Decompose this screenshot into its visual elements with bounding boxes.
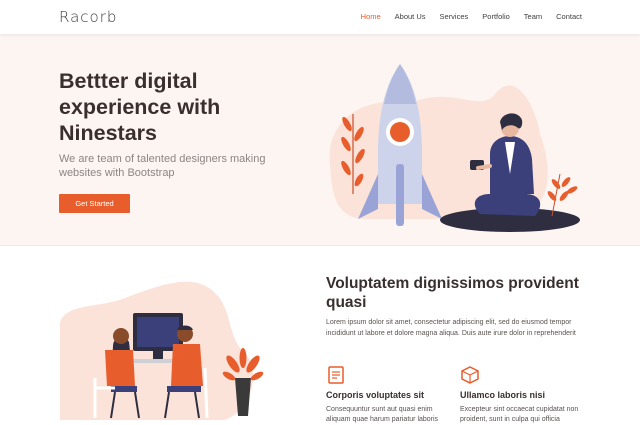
nav-contact[interactable]: Contact (556, 12, 582, 21)
hero-section: Bettter digital experience with Ninestar… (0, 34, 640, 246)
nav-services[interactable]: Services (440, 12, 469, 21)
main-nav: Home About Us Services Portfolio Team Co… (347, 12, 582, 21)
cube-icon (461, 366, 479, 384)
nav-about[interactable]: About Us (395, 12, 426, 21)
rocket-illustration (329, 64, 580, 232)
nav-home[interactable]: Home (361, 12, 381, 21)
about-title: Voluptatem dignissimos provident quasi (326, 275, 579, 311)
feature-text: Excepteur sint occaecat cupidatat non pr… (460, 406, 579, 423)
site-logo[interactable]: Racorb (59, 8, 117, 26)
about-text: Lorem ipsum dolor sit amet, consectetur … (326, 319, 576, 337)
nav-team[interactable]: Team (524, 12, 542, 21)
feature-title: Corporis voluptates sit (326, 390, 425, 400)
team-at-computer-illustration (60, 281, 264, 420)
feature-text: Consequuntur sunt aut quasi enim aliquam… (326, 406, 439, 423)
get-started-button[interactable]: Get Started (59, 194, 130, 213)
receipt-icon (328, 366, 344, 384)
hero-title: Bettter digital experience with Ninestar… (59, 69, 221, 145)
hero-subtitle: We are team of talented designers making… (59, 153, 266, 179)
feature-title: Ullamco laboris nisi (460, 390, 546, 400)
nav-portfolio[interactable]: Portfolio (482, 12, 510, 21)
top-navbar: Racorb Home About Us Services Portfolio … (0, 0, 640, 34)
